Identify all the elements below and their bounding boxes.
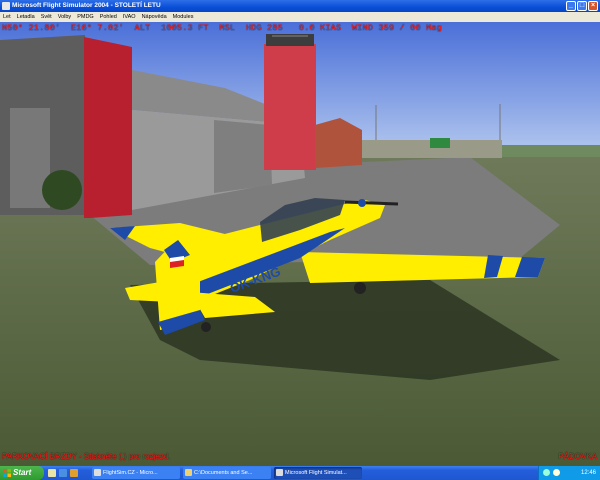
- task-documents[interactable]: C:\Documents and Se...: [183, 467, 271, 479]
- title-bar[interactable]: Microsoft Flight Simulator 2004 - STOLET…: [0, 0, 600, 12]
- menu-napoveda[interactable]: Nápověda: [142, 12, 167, 22]
- task-flight-simulator[interactable]: Microsoft Flight Simulat...: [274, 467, 362, 479]
- hangar-door: [214, 120, 272, 193]
- media-icon[interactable]: [70, 469, 78, 477]
- folder-icon: [185, 469, 192, 476]
- menu-let[interactable]: Let: [3, 12, 11, 22]
- flight-sim-icon: [276, 469, 283, 476]
- simulator-view[interactable]: OK-KNG: [0, 22, 600, 466]
- menu-volby[interactable]: Volby: [58, 12, 71, 22]
- menu-ivao[interactable]: IVAO: [123, 12, 136, 22]
- window-title: Microsoft Flight Simulator 2004 - STOLET…: [12, 2, 161, 9]
- propeller: [344, 200, 399, 206]
- tray-icon[interactable]: [543, 469, 550, 476]
- control-tower: [264, 44, 316, 170]
- desktop-icon[interactable]: [48, 469, 56, 477]
- menu-modules[interactable]: Modules: [173, 12, 194, 22]
- app-icon: [2, 2, 10, 10]
- quick-launch: [48, 469, 78, 477]
- red-wall: [84, 37, 132, 218]
- start-label: Start: [13, 468, 32, 477]
- menu-pohled[interactable]: Pohled: [100, 12, 117, 22]
- clock[interactable]: 12:46: [581, 466, 596, 480]
- location-label: PÁDOVKA: [558, 452, 597, 461]
- close-button[interactable]: ×: [588, 1, 598, 11]
- menu-letadla[interactable]: Letadla: [17, 12, 35, 22]
- menu-svet[interactable]: Svět: [41, 12, 52, 22]
- main-gear-wheel: [354, 282, 366, 294]
- minimize-button[interactable]: _: [566, 1, 576, 11]
- maximize-button[interactable]: □: [577, 1, 587, 11]
- windows-flag-icon: [3, 469, 11, 477]
- tray-icon[interactable]: [553, 469, 560, 476]
- task-flightsim-cz[interactable]: FlightSim.CZ - Micro...: [92, 467, 180, 479]
- system-tray: 12:46: [538, 466, 600, 480]
- menu-bar: Let Letadla Svět Volby PMDG Pohled IVAO …: [0, 12, 600, 22]
- parking-brake-message: PARKOVACÍ BRZDY - Stiskněte (.) pro rozj…: [2, 452, 171, 461]
- browser-window-icon: [94, 469, 101, 476]
- bush: [42, 170, 82, 210]
- menu-pmdg[interactable]: PMDG: [77, 12, 94, 22]
- flight-sim-window: Microsoft Flight Simulator 2004 - STOLET…: [0, 0, 600, 466]
- browser-icon[interactable]: [59, 469, 67, 477]
- taskbar: Start FlightSim.CZ - Micro... C:\Documen…: [0, 466, 600, 480]
- hud-position-readout: N50° 21.80' E16° 7.02' ALT 1005.3 FT MSL…: [2, 23, 442, 33]
- start-button[interactable]: Start: [0, 466, 44, 480]
- tail-wheel: [201, 322, 211, 332]
